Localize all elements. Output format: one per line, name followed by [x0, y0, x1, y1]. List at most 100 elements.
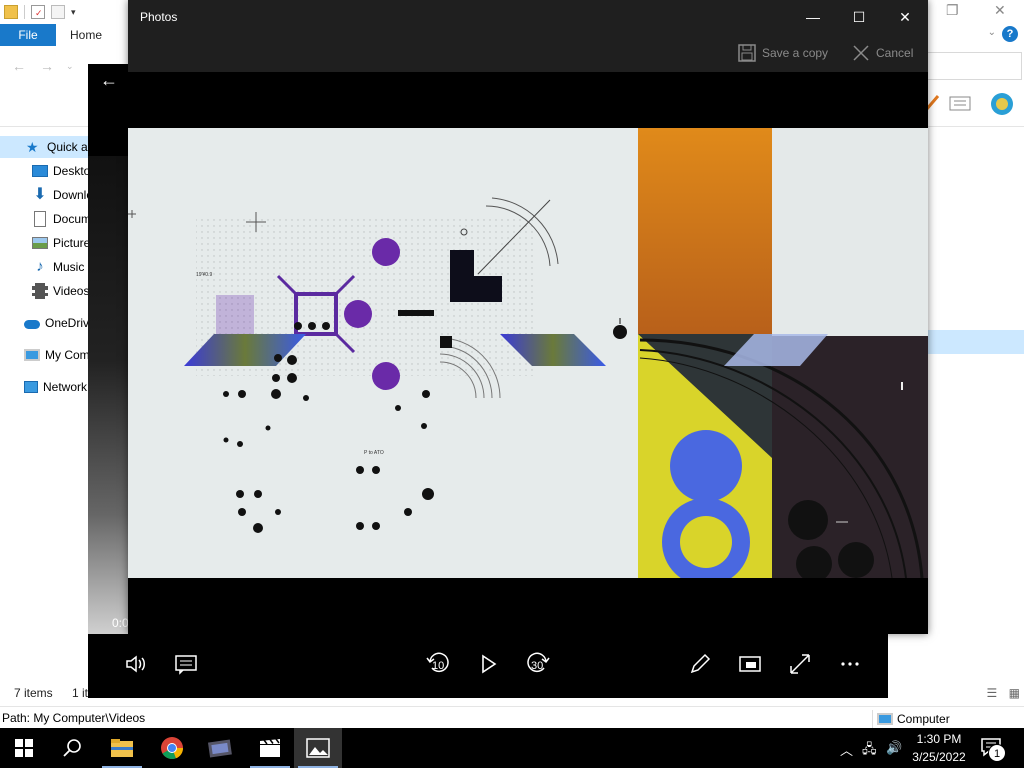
explorer-window-buttons: ❐ ✕ [924, 0, 1024, 24]
pencil-icon [690, 653, 711, 674]
skip-forward-button[interactable]: 30 [522, 648, 554, 680]
skip-back-button[interactable]: 10 [422, 648, 454, 680]
clock-date: 3/25/2022 [912, 750, 966, 764]
mini-view-icon [739, 656, 761, 672]
path-bar: Path: My Computer\Videos Computer [0, 706, 1024, 728]
back-arrow-icon[interactable]: ← [12, 58, 26, 74]
windows-logo-icon [15, 739, 33, 757]
sidebar-item-label: Videos [53, 284, 90, 298]
skip-back-seconds: 10 [432, 660, 445, 672]
video-frame: 19'¥0.9 P to ATO [128, 128, 928, 578]
cancel-label: Cancel [876, 46, 914, 60]
sidebar-item-music[interactable]: ♪ Music [32, 256, 84, 278]
edit-button[interactable] [684, 648, 716, 680]
sidebar-item-videos[interactable]: Videos [32, 280, 89, 302]
taskbar-file-explorer[interactable] [98, 728, 146, 768]
clock-time: 1:30 PM [916, 732, 962, 746]
view-toggle: ☰ ▦ [987, 686, 1020, 700]
ribbon-tool-icons [924, 93, 1013, 115]
chrome-icon [161, 737, 184, 760]
folder-icon [111, 739, 133, 757]
music-note-icon: ♪ [36, 258, 44, 275]
tab-file[interactable]: File [0, 24, 56, 46]
network-icon[interactable]: 🖧 [862, 740, 877, 762]
start-button[interactable] [0, 728, 48, 768]
help-icon[interactable]: ? [1002, 26, 1018, 42]
document-icon [34, 211, 46, 227]
search-input[interactable] [926, 52, 1022, 80]
show-hidden-icons-chevron-icon[interactable]: ︿ [840, 740, 853, 759]
mini-view-button[interactable] [734, 648, 766, 680]
taskbar-photos[interactable] [294, 728, 342, 768]
item-count: 7 items [14, 686, 53, 700]
fullscreen-button[interactable] [784, 648, 816, 680]
sidebar-item-label: Network [43, 380, 88, 394]
taskbar-chrome[interactable] [148, 728, 196, 768]
ribbon-icons [924, 88, 1024, 120]
save-icon [738, 44, 756, 62]
folder-icon[interactable] [4, 5, 18, 19]
photos-window: Photos — ☐ ✕ Save a copy Cancel 19'¥0.9 … [128, 0, 928, 634]
restore-icon[interactable]: ❐ [946, 2, 959, 19]
desktop-icon [32, 165, 48, 177]
captions-button[interactable] [170, 648, 202, 680]
details-view-icon[interactable]: ☰ [987, 686, 998, 700]
system-clock[interactable]: 1:30 PM 3/25/2022 [908, 730, 970, 766]
art-label: 19'¥0.9 [196, 272, 212, 278]
star-icon: ★ [26, 139, 39, 155]
play-button[interactable] [472, 648, 504, 680]
close-button[interactable]: ✕ [882, 6, 928, 28]
forward-arrow-icon[interactable]: → [40, 58, 54, 74]
tab-home[interactable]: Home [70, 24, 102, 46]
photos-icon [306, 738, 330, 758]
save-copy-button[interactable]: Save a copy [738, 44, 828, 62]
more-options-button[interactable] [834, 648, 866, 680]
computer-icon [24, 349, 40, 361]
speaker-icon[interactable]: 🔊 [886, 740, 902, 756]
search-button[interactable] [48, 728, 96, 768]
close-icon [853, 45, 869, 61]
computer-icon [877, 713, 893, 725]
video-frame [88, 156, 128, 668]
quick-access-toolbar: ✓ ▾ [0, 0, 130, 24]
save-copy-label: Save a copy [762, 46, 829, 60]
captions-icon [175, 655, 197, 675]
sidebar-item-network[interactable]: Network [24, 376, 87, 398]
chevron-down-icon[interactable]: ⌄ [66, 61, 74, 72]
selected-file-row[interactable] [928, 330, 1024, 354]
minimize-button[interactable]: — [790, 6, 836, 28]
art-label: P to ATO [364, 450, 384, 456]
volume-button[interactable] [120, 648, 152, 680]
time-position: 0:0 [112, 616, 129, 630]
player-controls: 10 30 [88, 634, 888, 698]
more-icon [841, 662, 859, 666]
new-folder-icon[interactable] [51, 5, 65, 19]
picture-icon [32, 237, 48, 249]
path-label: Path: My Computer\Videos [2, 711, 146, 725]
chevron-down-icon[interactable]: ⌄ [988, 27, 996, 38]
taskbar: ︿ 🖧 🔊 1:30 PM 3/25/2022 1 [0, 728, 1024, 768]
taskbar-movies-tv[interactable] [246, 728, 294, 768]
network-icon [24, 381, 38, 393]
sidebar-item-quick-access[interactable]: ★ Quick access [0, 136, 118, 158]
play-icon [482, 654, 497, 674]
window-title: Photos [140, 10, 178, 24]
maximize-button[interactable]: ☐ [836, 6, 882, 28]
location-label: Computer [897, 712, 950, 726]
tiles-view-icon[interactable]: ▦ [1009, 686, 1020, 700]
properties-icon[interactable]: ✓ [31, 5, 45, 19]
photos-action-bar: Save a copy Cancel [128, 34, 928, 72]
film-strip-icon [208, 739, 232, 758]
download-arrow-icon: ⬇ [33, 186, 47, 203]
taskbar-video-editor[interactable] [196, 728, 244, 768]
search-icon [63, 739, 81, 757]
close-icon[interactable]: ✕ [994, 2, 1006, 19]
sidebar-item-pictures[interactable]: Pictures [32, 232, 96, 254]
photos-titlebar: Photos — ☐ ✕ [128, 0, 928, 34]
film-icon [32, 283, 48, 299]
video-artwork: 19'¥0.9 P to ATO [128, 128, 928, 578]
cancel-button[interactable]: Cancel [852, 44, 913, 62]
back-arrow-icon[interactable]: ← [100, 70, 118, 91]
sidebar-item-onedrive[interactable]: OneDrive [24, 312, 96, 334]
customize-toolbar-icon[interactable]: ▾ [71, 7, 76, 18]
